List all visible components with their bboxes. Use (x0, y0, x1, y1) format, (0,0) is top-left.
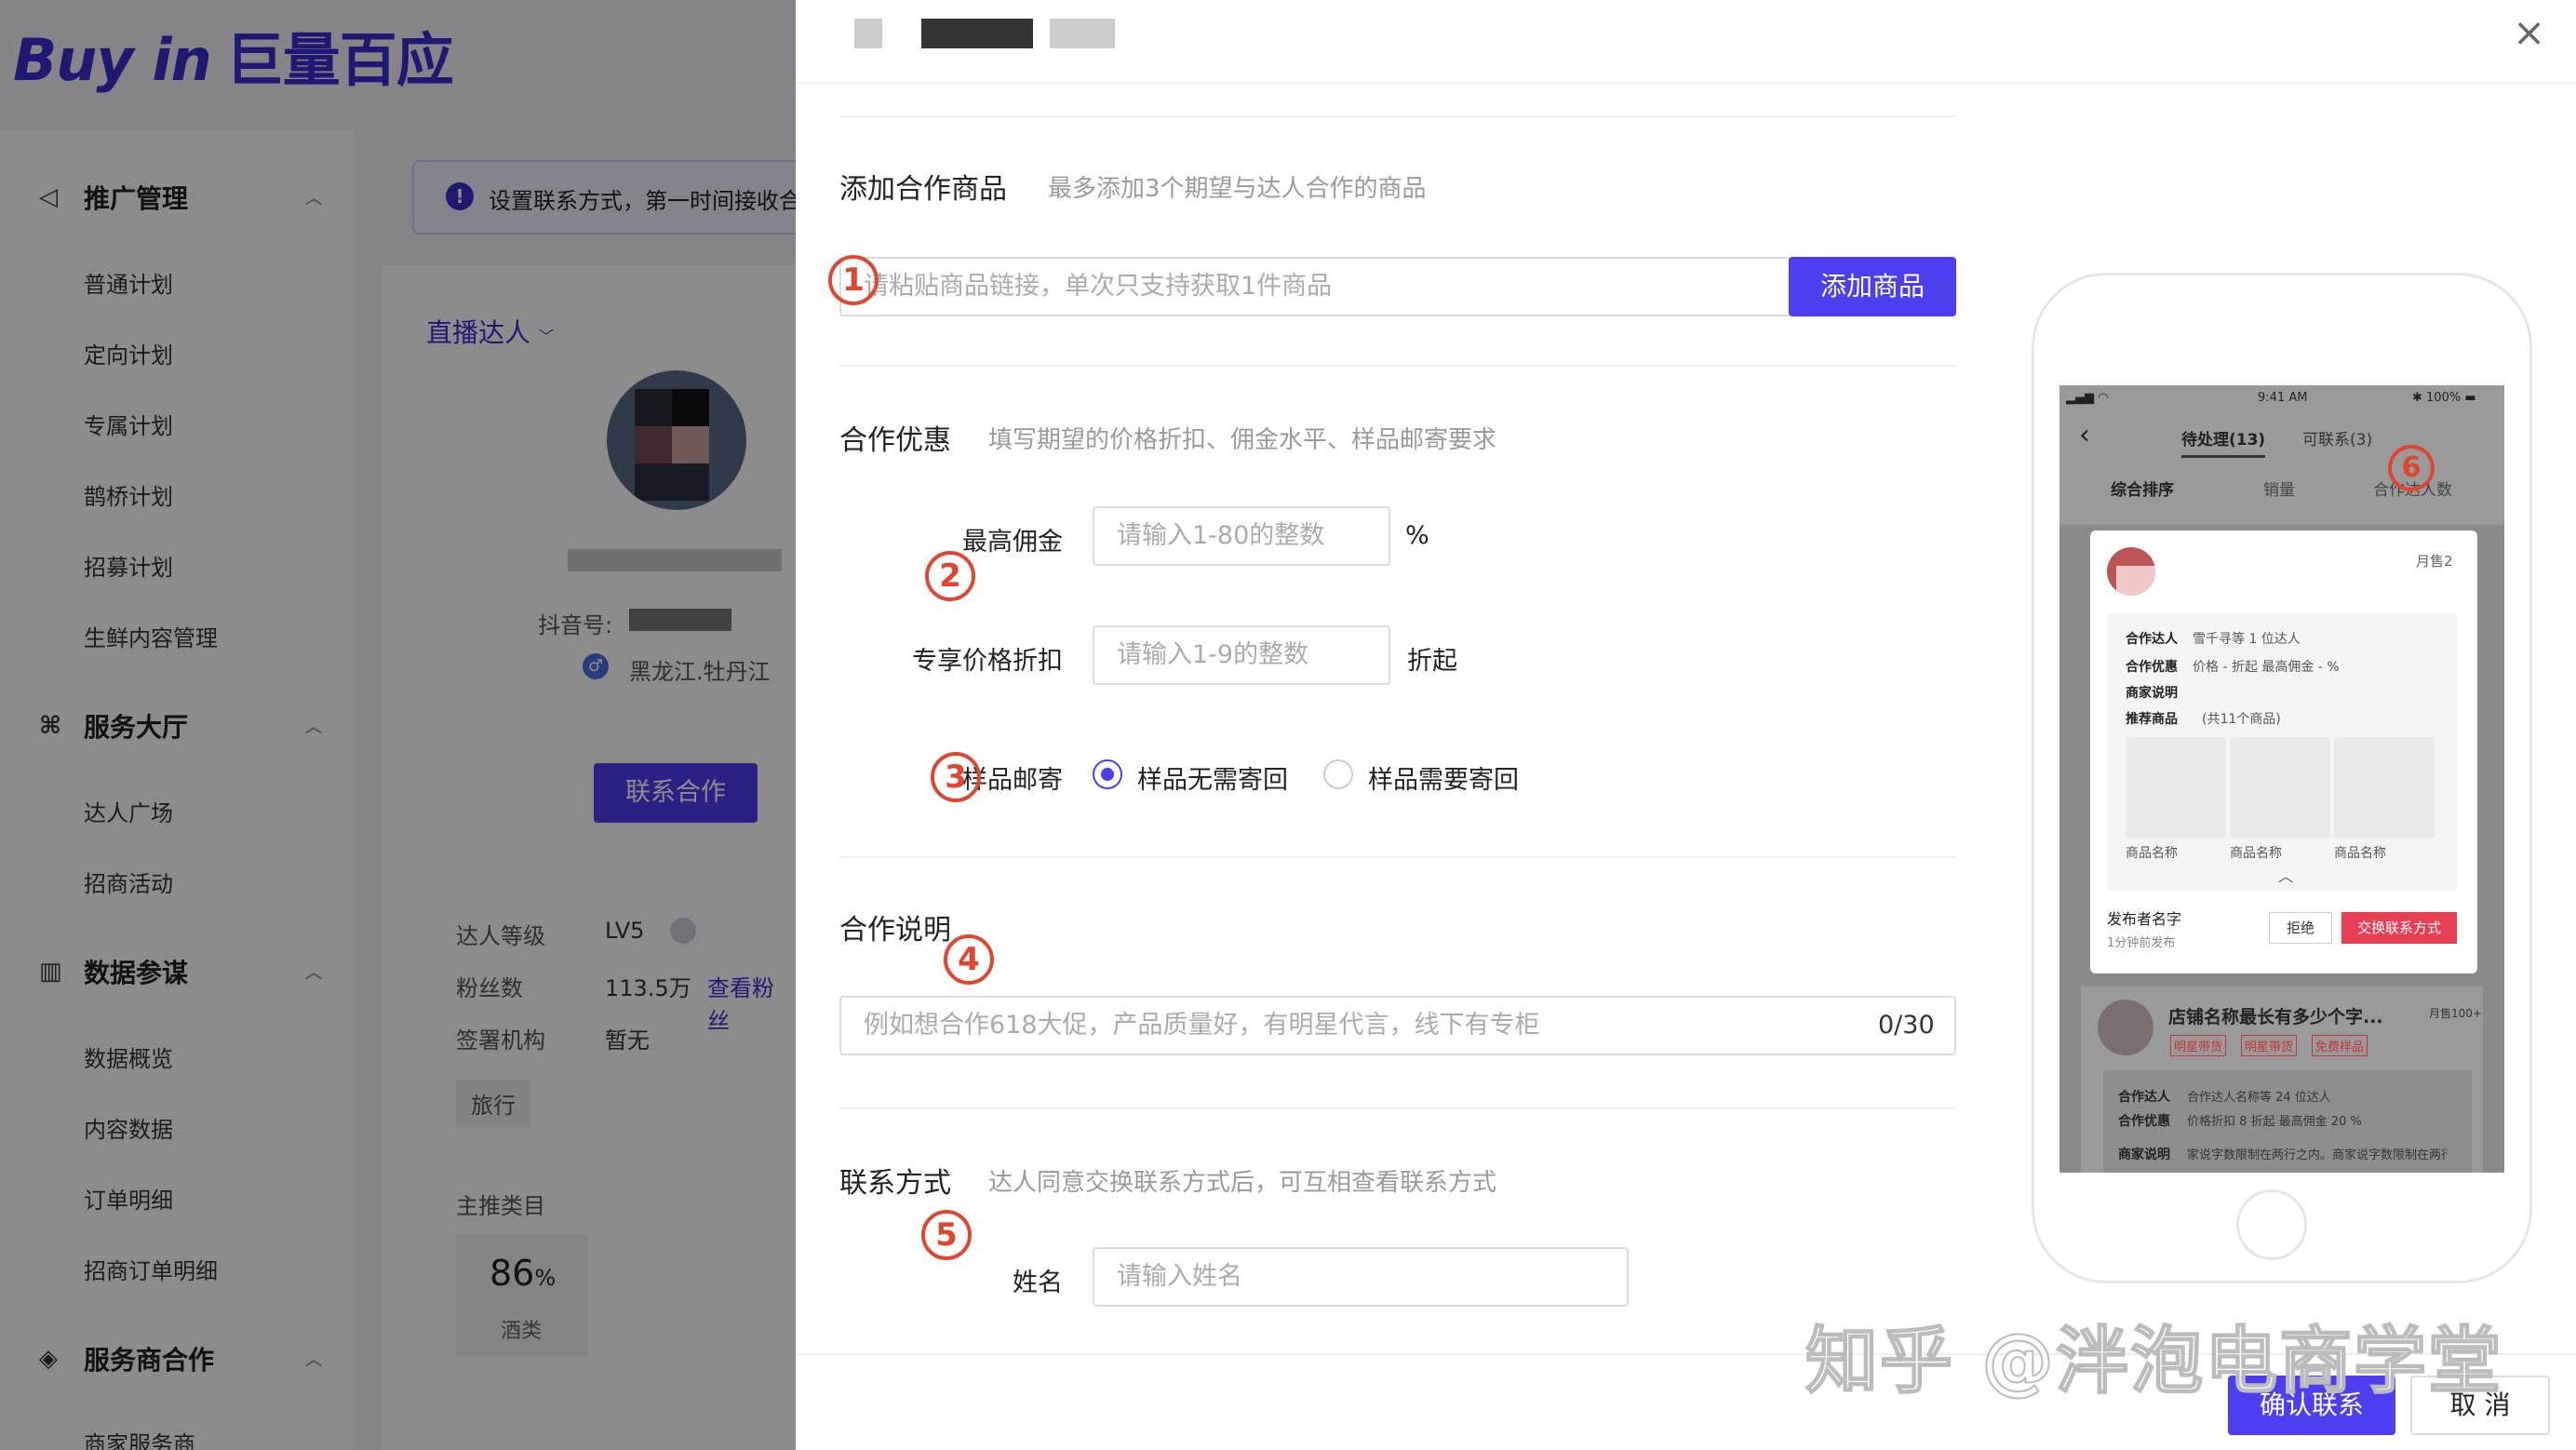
annotation-marker-2: 2 (925, 551, 975, 601)
radio-label[interactable]: 样品无需寄回 (1137, 759, 1288, 796)
annotation-marker-1: 1 (828, 255, 879, 305)
char-counter: 0/30 (1878, 1011, 1935, 1040)
radio-label[interactable]: 样品需要寄回 (1368, 759, 1519, 796)
add-product-button[interactable]: 添加商品 (1789, 257, 1956, 316)
annotation-marker-4: 4 (944, 934, 994, 985)
phone-sort[interactable]: 综合排序 (2111, 477, 2174, 500)
section-title-product: 添加合作商品 (839, 173, 1007, 206)
phone-tab-contactable[interactable]: 可联系(3) (2302, 426, 2372, 450)
name-label: 姓名 (1013, 1269, 1063, 1297)
product-link-input[interactable]: 请粘贴商品链接，单次只支持获取1件商品 (839, 257, 1791, 316)
card-row-key: 商家说明 (2126, 686, 2178, 701)
shop-tag: 明星带货 (2170, 1035, 2227, 1056)
radio-need-return[interactable] (1323, 759, 1353, 789)
card2-key: 商家说明 (2118, 1148, 2170, 1162)
product-name: 商品名称 (2334, 846, 2386, 861)
exchange-contact-button[interactable]: 交换联系方式 (2341, 912, 2457, 944)
card2-value: 家说字数限制在两行之内。商家说字数限制在两行之内 (2187, 1148, 2448, 1162)
modal-title-redacted (854, 19, 1115, 48)
phone-header (2059, 385, 2504, 525)
card-row-value: 雪千寻等 1 位达人 (2193, 632, 2301, 647)
card2-key: 合作优惠 (2118, 1114, 2170, 1129)
overlay-mask (0, 0, 796, 1450)
product-name: 商品名称 (2230, 846, 2282, 861)
signal-icon: ▂▄▆ ◠ (2066, 391, 2109, 405)
section-title-note: 合作说明 (839, 914, 951, 947)
note-input[interactable]: 例如想合作618大促，产品质量好，有明星代言，线下有专柜 (839, 996, 1956, 1055)
name-input[interactable]: 请输入姓名 (1093, 1247, 1629, 1307)
card2-value: 合作达人名称等 24 位达人 (2187, 1091, 2331, 1105)
card-row-value: (共11个商品) (2202, 712, 2281, 727)
card-row-key: 合作达人 (2126, 632, 2178, 647)
divider (839, 365, 1956, 367)
annotation-marker-6: 6 (2388, 445, 2435, 491)
section-hint: 达人同意交换联系方式后，可互相查看联系方式 (988, 1169, 1497, 1197)
divider (839, 856, 1956, 858)
home-button-icon (2236, 1189, 2307, 1260)
commission-unit: % (1405, 521, 1429, 550)
product-thumb (2126, 737, 2226, 838)
publish-time: 1分钟前发布 (2107, 936, 2176, 950)
commission-label: 最高佣金 (962, 528, 1063, 557)
divider (796, 82, 2576, 84)
card2-value: 价格折扣 8 折起 最高佣金 20 % (2187, 1115, 2362, 1129)
annotation-marker-3: 3 (931, 752, 981, 802)
section-title-offer: 合作优惠 (839, 424, 951, 457)
phone-sort[interactable]: 销量 (2263, 477, 2295, 500)
section-title-contact: 联系方式 (839, 1167, 951, 1200)
shop-monthly: 月售100+ (2429, 1007, 2482, 1020)
card-row-key: 推荐商品 (2126, 712, 2178, 727)
back-icon[interactable]: ‹ (2079, 419, 2090, 451)
card-row-key: 合作优惠 (2126, 660, 2178, 675)
close-icon[interactable]: × (2513, 9, 2545, 55)
radio-no-return[interactable] (1093, 759, 1122, 789)
reject-button[interactable]: 拒绝 (2269, 912, 2332, 944)
product-name: 商品名称 (2126, 846, 2178, 861)
discount-input[interactable]: 请输入1-9的整数 (1093, 625, 1390, 685)
divider (839, 1108, 1956, 1109)
shop-tag: 免费样品 (2312, 1035, 2368, 1056)
phone-battery: ✱ 100% ▬ (2412, 391, 2476, 405)
publisher-name: 发布者名字 (2107, 910, 2182, 928)
shop-name: 店铺名称最长有多少个字... (2168, 1007, 2383, 1027)
card-avatar (2107, 547, 2155, 596)
shop-tag: 明星带货 (2241, 1035, 2298, 1056)
product-thumb (2334, 737, 2435, 838)
divider (839, 115, 1956, 117)
watermark: 知乎 @泮泡电商学堂 (1805, 1319, 2503, 1404)
commission-input[interactable]: 请输入1-80的整数 (1093, 506, 1390, 566)
annotation-marker-5: 5 (921, 1210, 972, 1260)
card-row-value: 价格 - 折起 最高佣金 - % (2193, 660, 2340, 675)
phone-tab-pending[interactable]: 待处理(13) (2181, 426, 2266, 458)
card-monthly: 月售2 (2416, 553, 2453, 570)
discount-unit: 折起 (1407, 647, 1457, 676)
discount-label: 专享价格折扣 (912, 647, 1063, 676)
product-thumb (2230, 737, 2330, 838)
phone-time: 9:41 AM (2258, 391, 2308, 405)
section-hint: 填写期望的价格折扣、佣金水平、样品邮寄要求 (988, 426, 1497, 454)
section-hint: 最多添加3个期望与达人合作的商品 (1048, 175, 1427, 203)
chevron-up-icon[interactable]: ︿ (2278, 864, 2293, 886)
shop-avatar (2098, 1000, 2153, 1055)
card2-key: 合作达人 (2118, 1090, 2170, 1105)
